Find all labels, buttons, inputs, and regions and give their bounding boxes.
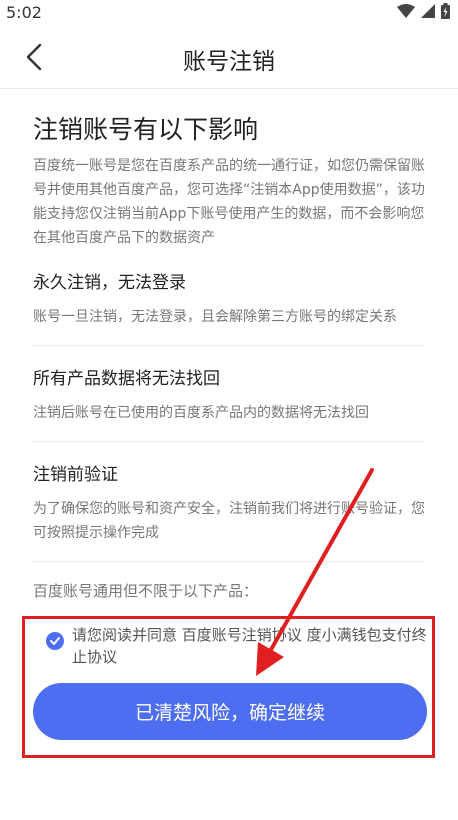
main-content: 注销账号有以下影响 百度统一账号是您在百度系产品的统一通行证，如您仍需保留账号并… [33, 110, 425, 601]
intro-text: 百度统一账号是您在百度系产品的统一通行证，如您仍需保留账号并使用其他百度产品，您… [33, 158, 425, 246]
section-heading: 注销账号有以下影响 [33, 115, 259, 144]
divider [33, 561, 425, 562]
products-label: 百度账号通用但不限于以下产品： [33, 582, 259, 600]
cellular-signal-icon [421, 4, 435, 18]
status-icons [397, 3, 450, 19]
status-bar: 5:02 [0, 0, 458, 26]
battery-icon [441, 3, 450, 19]
section-desc-verification: 为了确保您的账号和资产安全，注销前我们将进行账号验证，您可按照提示操作完成 [33, 501, 425, 541]
section-desc-permanent: 账号一旦注销，无法登录，且会解除第三方账号的绑定关系 [33, 309, 397, 325]
wifi-icon [397, 4, 415, 18]
section-title-data-loss: 所有产品数据将无法找回 [33, 369, 220, 389]
divider [33, 345, 425, 346]
divider [33, 441, 425, 442]
status-time: 5:02 [6, 3, 42, 22]
nav-header: 账号注销 [0, 26, 458, 89]
section-desc-data-loss: 注销后账号在已使用的百度系产品内的数据将无法找回 [33, 405, 369, 421]
annotation-highlight-box [22, 616, 435, 758]
page-title: 账号注销 [183, 49, 275, 75]
section-title-permanent: 永久注销，无法登录 [33, 273, 186, 293]
section-title-verification: 注销前验证 [33, 465, 118, 485]
